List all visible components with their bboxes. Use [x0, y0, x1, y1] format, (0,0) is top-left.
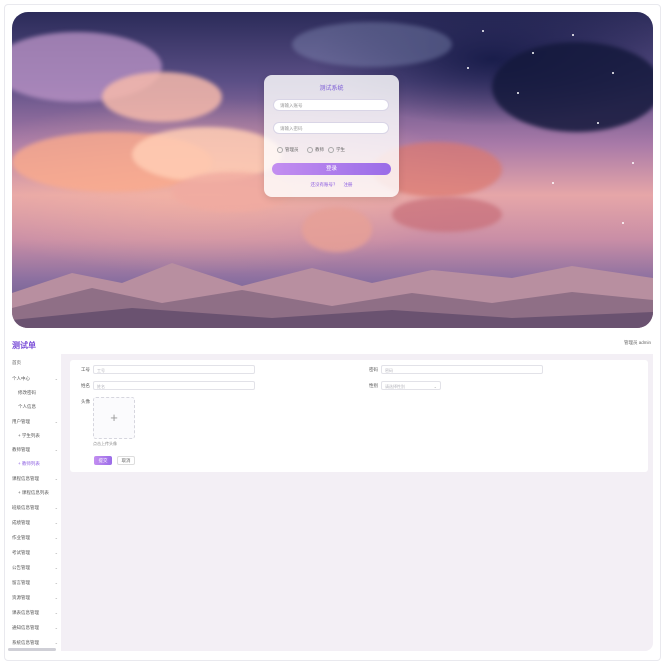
chevron-down-icon: ⌄ — [54, 595, 58, 600]
sidebar-item-profile[interactable]: 个人信息 — [18, 404, 60, 410]
sidebar-item-class-info[interactable]: 班级信息管理 ⌄ — [12, 505, 60, 511]
sidebar-scrollbar[interactable] — [8, 648, 56, 651]
role-label: 管理员 — [285, 147, 299, 153]
sidebar-item-label: 系统信息管理 — [12, 640, 39, 645]
login-background: 测试系统 请输入账号 请输入密码 管理员 教师 学生 登录 还没有账号？ 注册 — [12, 12, 653, 328]
username-input[interactable]: 请输入账号 — [273, 99, 389, 111]
sidebar-item-users[interactable]: 用户管理 ⌄ — [12, 419, 60, 425]
password-input[interactable]: 请输入密码 — [273, 122, 389, 134]
sidebar-item-label: 个人中心 — [12, 376, 30, 381]
name-input[interactable]: 姓名 — [93, 381, 255, 390]
plus-icon: + — [110, 410, 118, 425]
sidebar-item-grades[interactable]: 成绩管理 ⌄ — [12, 520, 60, 526]
user-info[interactable]: 管理员 admin — [624, 340, 651, 346]
sidebar-item-label: 学生列表 — [21, 433, 40, 438]
sidebar-item-teachers[interactable]: 教师管理 ⌄ — [12, 447, 60, 453]
chevron-down-icon: ⌄ — [54, 419, 58, 424]
login-card: 测试系统 请输入账号 请输入密码 管理员 教师 学生 登录 还没有账号？ 注册 — [264, 75, 399, 197]
sidebar-item-system[interactable]: 系统信息管理 ⌄ — [12, 640, 60, 646]
sidebar-item-notices[interactable]: 公告管理 ⌄ — [12, 565, 60, 571]
sidebar-item-label: 公告管理 — [12, 565, 30, 570]
role-radio-teacher[interactable]: 教师 — [307, 147, 324, 153]
sidebar-item-home[interactable]: 首页 — [12, 360, 60, 366]
chevron-down-icon: ⌄ — [54, 476, 58, 481]
sidebar-item-label: 留言管理 — [12, 580, 30, 585]
chevron-down-icon: ⌄ — [54, 447, 58, 452]
password-label: 密码 — [369, 367, 378, 372]
register-link[interactable]: 注册 — [344, 182, 353, 187]
sidebar-item-resources[interactable]: 资源管理 ⌄ — [12, 595, 60, 601]
login-links: 还没有账号？ 注册 — [264, 182, 399, 188]
sidebar-item-exams[interactable]: 考试管理 ⌄ — [12, 550, 60, 556]
sidebar-item-label: 考试管理 — [12, 550, 30, 555]
sidebar-item-label: 班级信息管理 — [12, 505, 39, 510]
app-brand: 测试单 — [12, 341, 36, 350]
sidebar-item-course-list[interactable]: + 课程信息列表 — [18, 490, 60, 496]
login-title: 测试系统 — [319, 86, 344, 92]
role-radio-admin[interactable]: 管理员 — [277, 147, 299, 153]
sidebar-item-student-list[interactable]: + 学生列表 — [18, 433, 60, 439]
sidebar-item-notifications[interactable]: 通知信息管理 ⌄ — [12, 625, 60, 631]
sidebar-item-label: 首页 — [12, 360, 21, 365]
sidebar-item-change-password[interactable]: 修改密码 — [18, 390, 60, 396]
gender-select[interactable]: 请选择性别 ⌄ — [381, 381, 441, 390]
sidebar-item-teacher-list[interactable]: + 教师列表 — [18, 461, 60, 467]
role-radio-student[interactable]: 学生 — [328, 147, 345, 153]
chevron-down-icon: ⌄ — [54, 640, 58, 645]
sidebar-item-label: 用户管理 — [12, 419, 30, 424]
chevron-down-icon: ⌄ — [54, 520, 58, 525]
sidebar-item-label: 资源管理 — [12, 595, 30, 600]
sidebar-item-course-info[interactable]: 课程信息管理 ⌄ — [12, 476, 60, 482]
avatar-label: 头像 — [81, 399, 90, 404]
account-label: 工号 — [81, 367, 90, 372]
chevron-down-icon: ⌄ — [54, 505, 58, 510]
sidebar-item-label: 个人信息 — [18, 404, 36, 409]
chevron-down-icon: ⌄ — [54, 625, 58, 630]
submit-button[interactable]: 提交 — [94, 456, 112, 465]
sidebar-item-label: 通知信息管理 — [12, 625, 39, 630]
sidebar: 首页 个人中心 ⌄ 修改密码 个人信息 用户管理 ⌄ + 学生列表 教师管理 ⌄ + … — [8, 354, 60, 650]
sidebar-item-label: 作业管理 — [12, 535, 30, 540]
upload-tip: 点击上传头像 — [93, 441, 117, 446]
cancel-button[interactable]: 取消 — [117, 456, 135, 465]
sidebar-item-timetable[interactable]: 课表信息管理 ⌄ — [12, 610, 60, 616]
role-label: 学生 — [336, 147, 345, 153]
sidebar-item-label: 课表信息管理 — [12, 610, 39, 615]
chevron-down-icon: ⌄ — [54, 550, 58, 555]
role-label: 教师 — [315, 147, 324, 153]
sidebar-item-label: 教师管理 — [12, 447, 30, 452]
gender-label: 性别 — [369, 383, 378, 388]
sidebar-item-label: 课程信息列表 — [21, 490, 49, 495]
gender-select-value: 请选择性别 — [385, 384, 405, 389]
sidebar-item-homework[interactable]: 作业管理 ⌄ — [12, 535, 60, 541]
name-label: 姓名 — [81, 383, 90, 388]
avatar-upload[interactable]: + — [93, 397, 135, 439]
chevron-down-icon: ⌄ — [54, 580, 58, 585]
password-input[interactable]: 密码 — [381, 365, 543, 374]
account-input[interactable]: 工号 — [93, 365, 255, 374]
sidebar-item-label: 成绩管理 — [12, 520, 30, 525]
form-panel — [70, 360, 648, 472]
chevron-down-icon: ⌄ — [433, 384, 437, 389]
sidebar-item-messages[interactable]: 留言管理 ⌄ — [12, 580, 60, 586]
sidebar-item-personal[interactable]: 个人中心 ⌄ — [12, 376, 60, 382]
chevron-down-icon: ⌄ — [54, 565, 58, 570]
login-button[interactable]: 登录 — [272, 163, 391, 175]
mountains-illustration — [12, 263, 653, 328]
no-account-text: 还没有账号？ — [310, 182, 338, 187]
chevron-down-icon: ⌄ — [54, 610, 58, 615]
chevron-down-icon: ⌄ — [54, 535, 58, 540]
chevron-down-icon: ⌄ — [54, 376, 58, 381]
sidebar-item-label: 教师列表 — [21, 461, 40, 466]
sidebar-item-label: 修改密码 — [18, 390, 36, 395]
sidebar-item-label: 课程信息管理 — [12, 476, 39, 481]
